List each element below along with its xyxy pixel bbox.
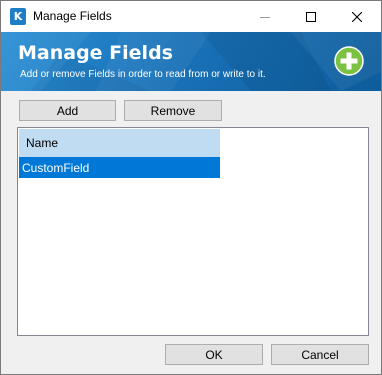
minimize-icon (260, 16, 270, 18)
minimize-button[interactable] (242, 1, 288, 32)
cancel-button[interactable]: Cancel (271, 344, 369, 365)
list-item[interactable]: CustomField (19, 157, 220, 178)
title-bar: K Manage Fields (1, 1, 381, 32)
add-button[interactable]: Add (19, 100, 116, 121)
close-icon (352, 11, 362, 22)
remove-button[interactable]: Remove (124, 100, 222, 121)
ok-button[interactable]: OK (165, 344, 263, 365)
window-title: Manage Fields (33, 9, 112, 23)
close-button[interactable] (334, 1, 380, 32)
banner-subtitle: Add or remove Fields in order to read fr… (20, 69, 266, 80)
column-header-label: Name (26, 136, 59, 150)
header-banner: Manage Fields Add or remove Fields in or… (1, 32, 381, 91)
column-header-name[interactable]: Name (19, 129, 220, 157)
manage-fields-dialog: K Manage Fields Manage Fields Add or rem… (0, 0, 382, 375)
fields-list[interactable]: Name CustomField (17, 127, 369, 336)
list-item-label: CustomField (22, 160, 90, 175)
maximize-button[interactable] (288, 1, 334, 32)
banner-title: Manage Fields (18, 42, 173, 64)
app-logo-icon: K (10, 8, 26, 25)
maximize-icon (306, 11, 316, 22)
add-circle-icon (334, 46, 364, 76)
